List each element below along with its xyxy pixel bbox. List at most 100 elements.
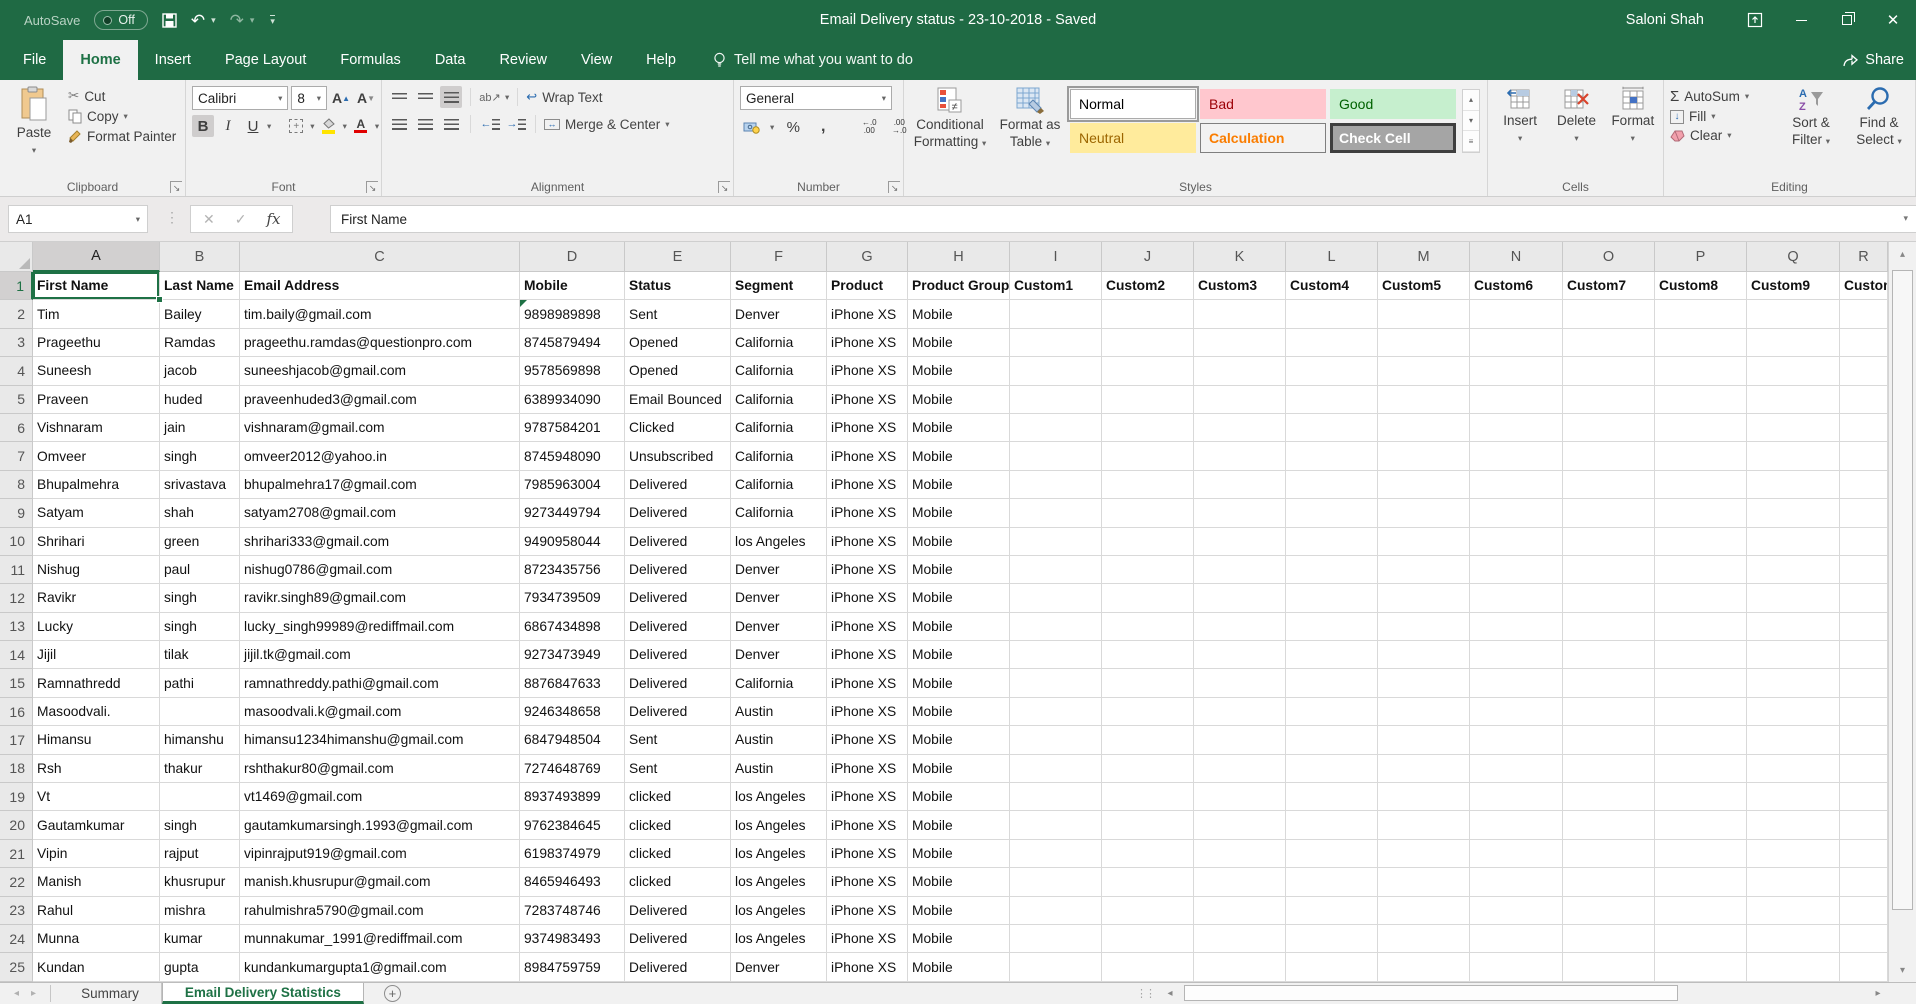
cell-N14[interactable] (1470, 641, 1563, 669)
clear-button[interactable]: Clear▾ (1670, 128, 1774, 143)
cell-G18[interactable]: iPhone XS (827, 755, 908, 783)
cell-B13[interactable]: singh (160, 613, 240, 641)
cell-P6[interactable] (1655, 414, 1747, 442)
cell-G4[interactable]: iPhone XS (827, 357, 908, 385)
cell-D14[interactable]: 9273473949 (520, 641, 625, 669)
cell-G2[interactable]: iPhone XS (827, 300, 908, 328)
cell-F6[interactable]: California (731, 414, 827, 442)
cell-K4[interactable] (1194, 357, 1286, 385)
customize-qat-button[interactable]: ▾ (270, 15, 275, 26)
cell-F4[interactable]: California (731, 357, 827, 385)
undo-dropdown[interactable]: ▾ (211, 16, 216, 25)
cell-H14[interactable]: Mobile (908, 641, 1010, 669)
cell-N5[interactable] (1470, 386, 1563, 414)
align-left-button[interactable] (388, 113, 410, 135)
cell-J12[interactable] (1102, 584, 1194, 612)
scroll-left-button[interactable]: ◂ (1160, 988, 1180, 999)
cell-A10[interactable]: Shrihari (33, 528, 160, 556)
cell-Q10[interactable] (1747, 528, 1840, 556)
cell-C12[interactable]: ravikr.singh89@gmail.com (240, 584, 520, 612)
cell-A12[interactable]: Ravikr (33, 584, 160, 612)
cell-G25[interactable]: iPhone XS (827, 953, 908, 981)
cell-P2[interactable] (1655, 300, 1747, 328)
cell-H23[interactable]: Mobile (908, 897, 1010, 925)
cell-O12[interactable] (1563, 584, 1655, 612)
cell-Q25[interactable] (1747, 953, 1840, 981)
cell-M5[interactable] (1378, 386, 1470, 414)
cell-C14[interactable]: jijil.tk@gmail.com (240, 641, 520, 669)
cell-R4[interactable] (1840, 357, 1888, 385)
cell-M15[interactable] (1378, 669, 1470, 697)
cell-L10[interactable] (1286, 528, 1378, 556)
format-painter-button[interactable]: Format Painter (68, 129, 176, 144)
cell-N1[interactable]: Custom6 (1470, 272, 1563, 300)
insert-cells-button[interactable]: Insert ▾ (1494, 86, 1546, 178)
cell-K23[interactable] (1194, 897, 1286, 925)
tab-data[interactable]: Data (418, 40, 483, 80)
cell-M13[interactable] (1378, 613, 1470, 641)
cell-M6[interactable] (1378, 414, 1470, 442)
cell-A17[interactable]: Himansu (33, 726, 160, 754)
cell-K15[interactable] (1194, 669, 1286, 697)
cell-A4[interactable]: Suneesh (33, 357, 160, 385)
decrease-indent-button[interactable]: ← (479, 113, 501, 135)
cell-C9[interactable]: satyam2708@gmail.com (240, 499, 520, 527)
expand-formula-bar-button[interactable]: ▾ (1903, 213, 1908, 224)
cell-J14[interactable] (1102, 641, 1194, 669)
cell-J24[interactable] (1102, 925, 1194, 953)
cell-K5[interactable] (1194, 386, 1286, 414)
accounting-format-button[interactable] (740, 116, 762, 138)
paste-button[interactable]: Paste ▾ (6, 86, 62, 178)
row-header-9[interactable]: 9 (0, 499, 33, 527)
cell-G23[interactable]: iPhone XS (827, 897, 908, 925)
cell-N25[interactable] (1470, 953, 1563, 981)
cell-L6[interactable] (1286, 414, 1378, 442)
namebox-splitter[interactable]: ⋮ (165, 209, 179, 226)
cell-C25[interactable]: kundankumargupta1@gmail.com (240, 953, 520, 981)
cell-R18[interactable] (1840, 755, 1888, 783)
cell-D18[interactable]: 7274648769 (520, 755, 625, 783)
underline-button[interactable]: U (242, 115, 264, 137)
cell-B6[interactable]: jain (160, 414, 240, 442)
cell-H25[interactable]: Mobile (908, 953, 1010, 981)
row-header-13[interactable]: 13 (0, 613, 33, 641)
cell-I3[interactable] (1010, 329, 1102, 357)
cell-R24[interactable] (1840, 925, 1888, 953)
cell-Q7[interactable] (1747, 442, 1840, 470)
cut-button[interactable]: ✂Cut (68, 88, 176, 104)
clipboard-dialog-launcher[interactable]: ↘ (170, 181, 182, 193)
cell-C15[interactable]: ramnathreddy.pathi@gmail.com (240, 669, 520, 697)
cell-N7[interactable] (1470, 442, 1563, 470)
cell-I21[interactable] (1010, 840, 1102, 868)
cell-J10[interactable] (1102, 528, 1194, 556)
cell-G8[interactable]: iPhone XS (827, 471, 908, 499)
horizontal-scrollbar[interactable] (1180, 985, 1868, 1002)
cell-P7[interactable] (1655, 442, 1747, 470)
cell-K25[interactable] (1194, 953, 1286, 981)
cell-E12[interactable]: Delivered (625, 584, 731, 612)
cell-L20[interactable] (1286, 811, 1378, 839)
scroll-up-button[interactable]: ▴ (1889, 242, 1916, 266)
cell-I13[interactable] (1010, 613, 1102, 641)
row-header-11[interactable]: 11 (0, 556, 33, 584)
row-header-2[interactable]: 2 (0, 300, 33, 328)
fill-color-button[interactable] (318, 115, 340, 137)
cell-L14[interactable] (1286, 641, 1378, 669)
cell-I1[interactable]: Custom1 (1010, 272, 1102, 300)
cell-R21[interactable] (1840, 840, 1888, 868)
fill-color-dropdown[interactable]: ▾ (343, 121, 347, 132)
format-as-table-button[interactable]: Format asTable ▾ (996, 86, 1064, 178)
font-color-button[interactable]: A (350, 115, 372, 137)
cell-K11[interactable] (1194, 556, 1286, 584)
cell-D20[interactable]: 9762384645 (520, 811, 625, 839)
cell-E9[interactable]: Delivered (625, 499, 731, 527)
cell-E25[interactable]: Delivered (625, 953, 731, 981)
row-header-17[interactable]: 17 (0, 726, 33, 754)
cell-C3[interactable]: prageethu.ramdas@questionpro.com (240, 329, 520, 357)
cell-D7[interactable]: 8745948090 (520, 442, 625, 470)
sort-filter-button[interactable]: AZ Sort &Filter ▾ (1780, 86, 1842, 178)
cell-Q12[interactable] (1747, 584, 1840, 612)
cell-Q2[interactable] (1747, 300, 1840, 328)
cell-M8[interactable] (1378, 471, 1470, 499)
cell-P25[interactable] (1655, 953, 1747, 981)
